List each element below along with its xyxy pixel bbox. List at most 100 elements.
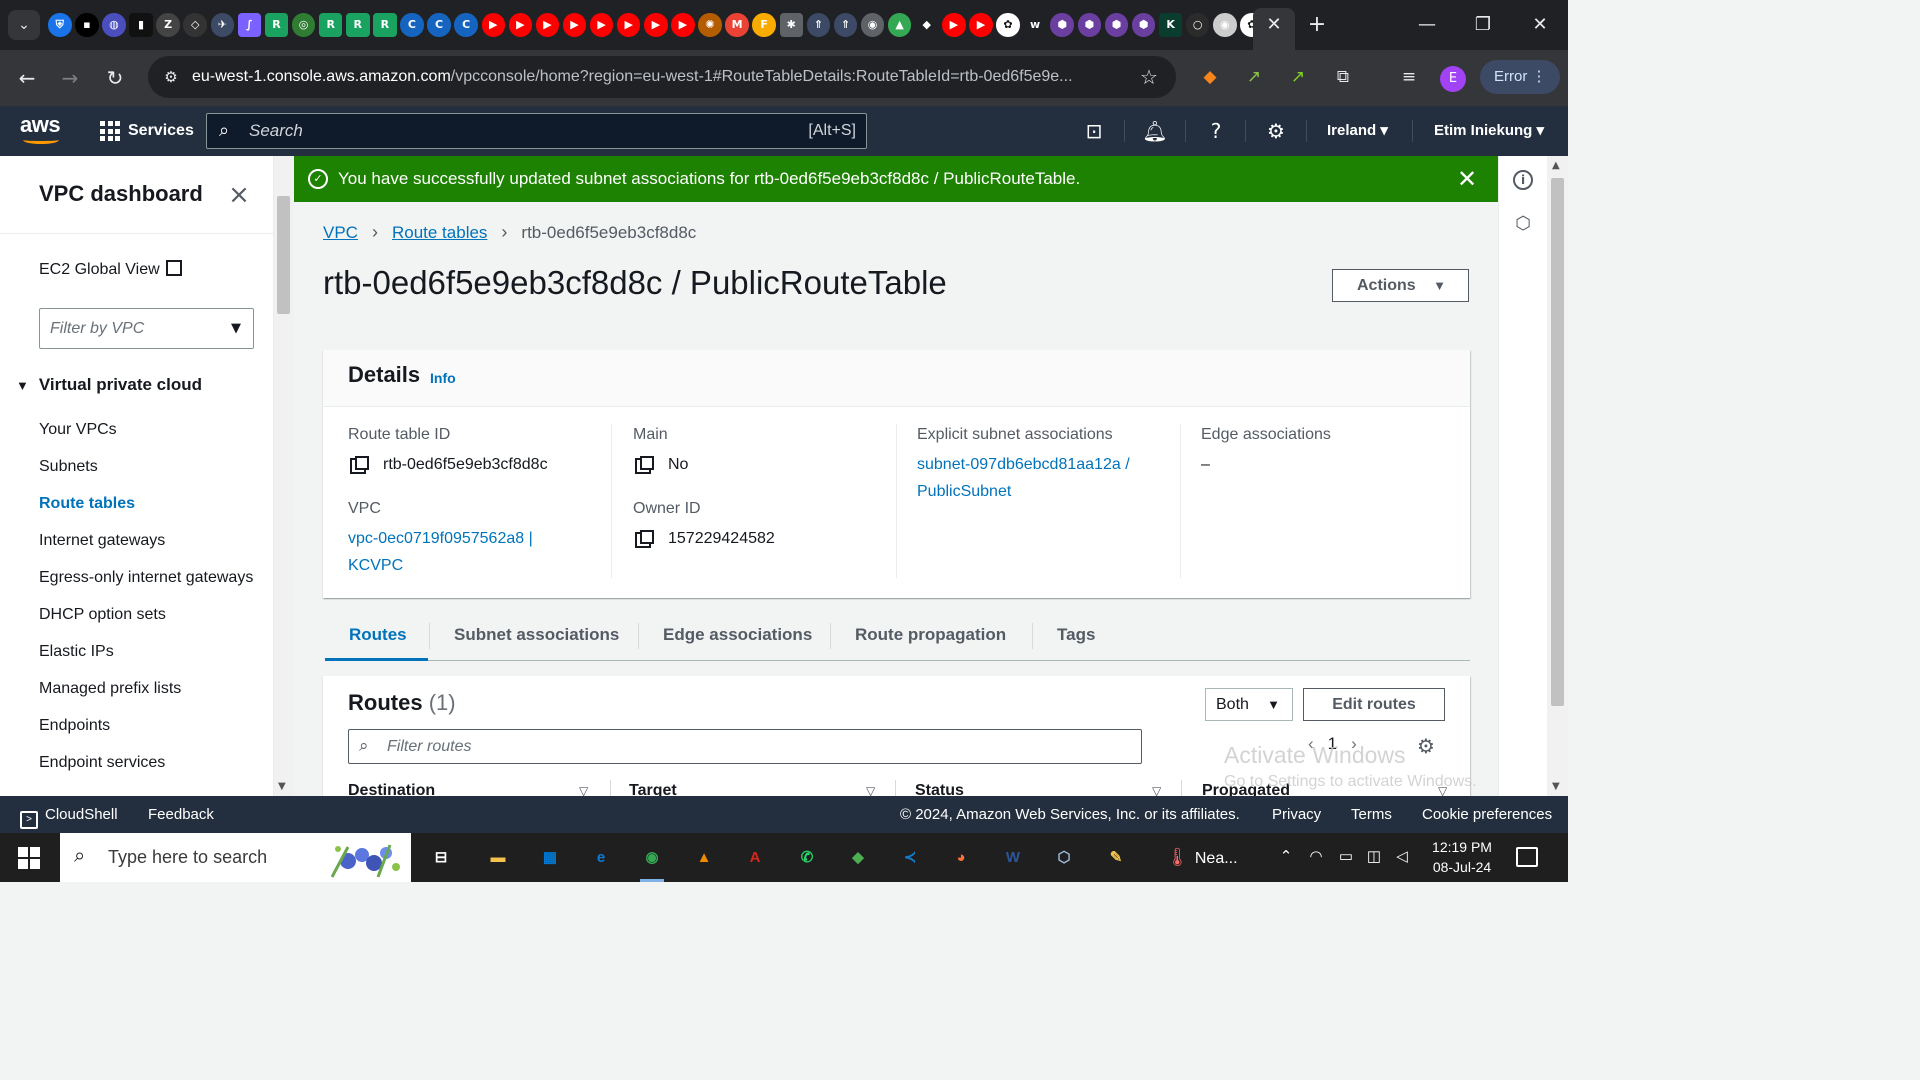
youtube-icon[interactable]: ▶ <box>969 13 993 37</box>
breadcrumb-vpc-link[interactable]: VPC <box>323 223 358 243</box>
youtube-icon[interactable]: ▶ <box>562 13 587 37</box>
notifications-bell-icon[interactable]: 🔔︎ <box>1142 118 1168 144</box>
sidebar-scroll-thumb[interactable] <box>277 196 290 314</box>
sidebar-item-internet-gateways[interactable]: Internet gateways <box>39 522 259 559</box>
record-icon[interactable]: ◉ <box>1213 13 1237 37</box>
green-r-icon[interactable]: R <box>346 13 370 37</box>
region-selector[interactable]: Ireland ▾ <box>1327 118 1388 144</box>
shield-icon[interactable]: ⛨ <box>48 13 72 37</box>
url-text[interactable]: eu-west-1.console.aws.amazon.com/vpccons… <box>192 56 1132 98</box>
ring-icon[interactable]: ○ <box>1185 13 1210 37</box>
tab-edge-associations[interactable]: Edge associations <box>663 611 812 661</box>
youtube-icon[interactable]: ▶ <box>508 13 533 37</box>
error-status-pill[interactable]: Error ⋮ <box>1480 60 1560 94</box>
dismiss-flash-icon[interactable]: ✕ <box>1454 166 1480 192</box>
purple-hex-icon[interactable]: ⬢ <box>1104 13 1129 37</box>
battery-icon[interactable]: ▭ <box>1336 847 1356 867</box>
chart-extension-icon[interactable]: ↗ <box>1241 64 1267 90</box>
virtual-private-cloud-group[interactable]: ▼ Virtual private cloud <box>16 375 202 395</box>
vpc-link[interactable]: vpc-0ec0719f0957562a8 | KCVPC <box>348 525 611 579</box>
sidebar-item-managed-prefix-lists[interactable]: Managed prefix lists <box>39 670 259 707</box>
new-tab-button[interactable]: + <box>1304 12 1330 38</box>
address-bar[interactable]: ⚙ eu-west-1.console.aws.amazon.com/vpcco… <box>148 56 1176 98</box>
copy-icon[interactable] <box>640 456 654 470</box>
gmail-icon[interactable]: M <box>725 13 749 37</box>
green-circle-icon[interactable]: ◎ <box>291 13 316 37</box>
reading-list-icon[interactable]: ≡ <box>1396 64 1422 90</box>
plane-icon[interactable]: ✈ <box>210 13 235 37</box>
youtube-icon[interactable]: ▶ <box>644 13 668 37</box>
edge-icon[interactable]: e <box>585 842 617 874</box>
sticky-app-icon[interactable]: ✎ <box>1100 842 1132 874</box>
tab-subnet-associations[interactable]: Subnet associations <box>454 611 619 661</box>
active-tab-close-icon[interactable]: ✕ <box>1253 8 1295 50</box>
sidebar-item-egress-only-internet-gateways[interactable]: Egress-only internet gateways <box>39 559 259 596</box>
store-icon[interactable]: ▦ <box>534 842 566 874</box>
chart-extension-icon[interactable]: ↗ <box>1285 64 1311 90</box>
tab-tags[interactable]: Tags <box>1057 611 1095 661</box>
help-icon[interactable]: ? <box>1203 118 1229 144</box>
youtube-icon[interactable]: ▶ <box>535 13 560 37</box>
tab-search-button[interactable]: ⌄ <box>8 10 40 40</box>
terminal-icon[interactable]: ▪ <box>75 13 99 37</box>
sidebar-item-endpoints[interactable]: Endpoints <box>39 707 259 744</box>
cloudshell-button[interactable]: > CloudShell <box>20 796 118 833</box>
copy-icon[interactable] <box>355 456 369 470</box>
copy-icon[interactable] <box>640 530 654 544</box>
volume-icon[interactable]: ◁ <box>1392 847 1412 867</box>
meet-now-icon[interactable]: ◫ <box>1364 847 1384 867</box>
minimize-window-button[interactable]: — <box>1414 12 1440 38</box>
filter-routes-input[interactable]: ⌕ Filter routes <box>348 729 1142 764</box>
column-header-destination[interactable]: Destination <box>348 782 435 796</box>
vlc-icon[interactable]: ▲ <box>688 842 720 874</box>
file-explorer-icon[interactable]: ▬ <box>482 842 514 874</box>
column-header-status[interactable]: Status <box>915 782 964 796</box>
zigzag-icon[interactable]: Z <box>156 13 180 37</box>
gear-star-icon[interactable]: ✱ <box>779 13 804 37</box>
metamask-extension-icon[interactable]: ◆ <box>1197 64 1223 90</box>
restore-window-button[interactable]: ❐ <box>1470 12 1496 38</box>
sidebar-item-subnets[interactable]: Subnets <box>39 448 259 485</box>
column-header-target[interactable]: Target <box>629 782 677 796</box>
sidebar-title[interactable]: VPC dashboard <box>39 181 203 207</box>
purple-hex-icon[interactable]: ⬢ <box>1131 13 1156 37</box>
windows-start-icon[interactable] <box>18 847 40 869</box>
aws-logo[interactable]: aws <box>20 114 64 146</box>
hexagon-settings-icon[interactable]: ⬡ <box>1513 214 1533 234</box>
terms-link[interactable]: Terms <box>1351 796 1392 833</box>
globe-icon[interactable]: ◍ <box>102 13 126 37</box>
youtube-icon[interactable]: ▶ <box>481 13 505 37</box>
reload-button[interactable]: ↻ <box>101 64 129 92</box>
app-diamond-icon[interactable]: ◆ <box>842 842 874 874</box>
green-r-icon[interactable]: R <box>318 13 343 37</box>
youtube-icon[interactable]: ▶ <box>589 13 614 37</box>
close-window-button[interactable]: ✕ <box>1527 12 1553 38</box>
aws-search-input[interactable]: ⌕ Search [Alt+S] <box>206 113 867 149</box>
youtube-icon[interactable]: ▶ <box>671 13 695 37</box>
taskbar-clock[interactable]: 12:19 PM 08-Jul-24 <box>1427 837 1497 877</box>
details-info-link[interactable]: Info <box>430 370 456 386</box>
bookmark-star-icon[interactable]: ☆ <box>1136 64 1162 90</box>
circle-icon[interactable]: ◉ <box>860 13 885 37</box>
cube-app-icon[interactable]: ⬡ <box>1048 842 1080 874</box>
back-button[interactable]: ← <box>13 64 41 92</box>
sort-caret-icon[interactable]: ▽ <box>866 784 875 796</box>
chrome-icon[interactable]: ◉ <box>636 842 668 882</box>
sidebar-item-elastic-ips[interactable]: Elastic IPs <box>39 633 259 670</box>
openai-icon[interactable]: ✿ <box>996 13 1020 37</box>
notifications-icon[interactable] <box>1516 847 1538 867</box>
rocket-icon[interactable]: ⇑ <box>806 13 831 37</box>
profile-avatar[interactable]: E <box>1440 66 1466 92</box>
sidebar-item-dhcp-option-sets[interactable]: DHCP option sets <box>39 596 259 633</box>
show-hidden-icons-chevron-icon[interactable]: ⌃ <box>1276 847 1296 867</box>
ip-version-select[interactable]: Both ▼ <box>1205 688 1293 721</box>
scroll-up-icon[interactable]: ▲ <box>1552 160 1560 171</box>
purple-hex-icon[interactable]: ⬢ <box>1077 13 1102 37</box>
privacy-link[interactable]: Privacy <box>1272 796 1321 833</box>
purple-hex-icon[interactable]: ⬢ <box>1050 13 1074 37</box>
sort-caret-icon[interactable]: ▽ <box>1152 784 1161 796</box>
f-icon[interactable]: F <box>752 13 776 37</box>
sun-icon[interactable]: ✺ <box>698 13 722 37</box>
acrobat-icon[interactable]: A <box>739 842 771 874</box>
edit-routes-button[interactable]: Edit routes <box>1303 688 1445 721</box>
